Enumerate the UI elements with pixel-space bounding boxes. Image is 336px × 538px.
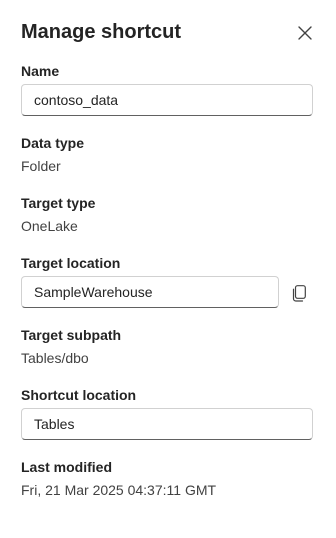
- manage-shortcut-panel: Manage shortcut Name Data type Folder Ta…: [0, 0, 336, 538]
- copy-button[interactable]: [288, 281, 310, 305]
- data-type-value: Folder: [21, 158, 61, 174]
- target-subpath-value: Tables/dbo: [21, 350, 89, 366]
- data-type-label: Data type: [21, 135, 85, 151]
- last-modified-value: Fri, 21 Mar 2025 04:37:11 GMT: [21, 482, 217, 498]
- shortcut-location-input[interactable]: [21, 408, 313, 440]
- target-type-value: OneLake: [21, 218, 78, 234]
- target-type-label: Target type: [21, 195, 96, 211]
- name-input[interactable]: [21, 84, 313, 116]
- target-location-input[interactable]: [21, 276, 279, 308]
- target-location-label: Target location: [21, 255, 121, 271]
- close-icon: [298, 26, 312, 40]
- close-button[interactable]: [293, 21, 317, 45]
- target-subpath-label: Target subpath: [21, 327, 122, 343]
- copy-icon: [292, 284, 306, 302]
- shortcut-location-label: Shortcut location: [21, 387, 137, 403]
- last-modified-label: Last modified: [21, 459, 113, 475]
- name-label: Name: [21, 63, 60, 79]
- panel-title: Manage shortcut: [21, 21, 182, 43]
